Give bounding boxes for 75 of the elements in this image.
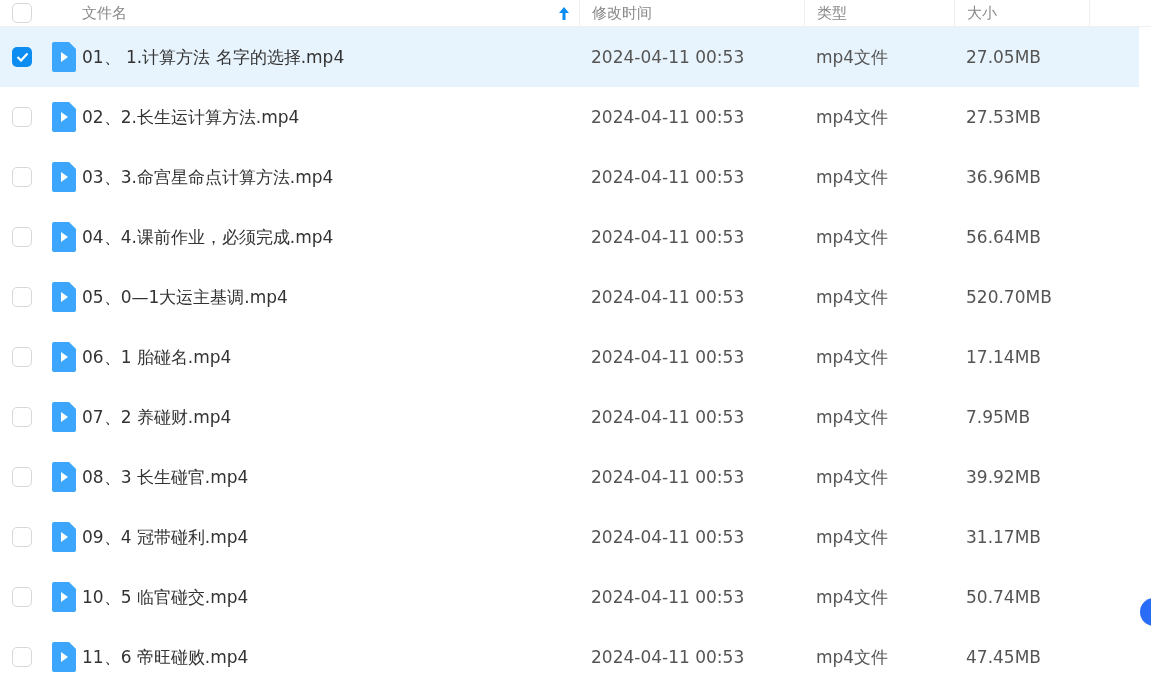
modified-time: 2024-04-11 00:53 xyxy=(590,107,746,127)
file-type: mp4文件 xyxy=(815,345,890,369)
row-checkbox[interactable] xyxy=(12,647,32,667)
video-file-icon xyxy=(52,102,76,132)
file-size: 50.74MB xyxy=(965,587,1042,607)
video-file-icon xyxy=(52,402,76,432)
file-name: 07、2 养碰财.mp4 xyxy=(82,405,233,429)
row-checkbox[interactable] xyxy=(12,467,32,487)
column-header-label: 文件名 xyxy=(82,3,127,23)
file-type: mp4文件 xyxy=(815,645,890,669)
file-type: mp4文件 xyxy=(815,525,890,549)
row-checkbox[interactable] xyxy=(12,47,32,67)
column-header[interactable]: 修改时间 xyxy=(579,0,804,26)
file-type: mp4文件 xyxy=(815,165,890,189)
file-type: mp4文件 xyxy=(815,45,890,69)
row-checkbox[interactable] xyxy=(12,287,32,307)
file-row[interactable]: 01、 1.计算方法 名字的选择.mp4 2024-04-11 00:53 mp4文件 27.05MB xyxy=(0,27,1139,87)
file-type: mp4文件 xyxy=(815,225,890,249)
file-name: 05、0—1大运主基调.mp4 xyxy=(82,285,289,309)
modified-time: 2024-04-11 00:53 xyxy=(590,587,746,607)
file-name: 09、4 冠带碰利.mp4 xyxy=(82,525,250,549)
video-file-icon xyxy=(52,162,76,192)
modified-time: 2024-04-11 00:53 xyxy=(590,527,746,547)
file-type: mp4文件 xyxy=(815,585,890,609)
file-size: 56.64MB xyxy=(965,227,1042,247)
file-size: 27.53MB xyxy=(965,107,1042,127)
file-name: 11、6 帝旺碰败.mp4 xyxy=(82,645,250,669)
file-type: mp4文件 xyxy=(815,105,890,129)
video-file-icon xyxy=(52,522,76,552)
file-name: 08、3 长生碰官.mp4 xyxy=(82,465,250,489)
file-name: 03、3.命宫星命点计算方法.mp4 xyxy=(82,165,335,189)
modified-time: 2024-04-11 00:53 xyxy=(590,347,746,367)
row-checkbox[interactable] xyxy=(12,227,32,247)
video-file-icon xyxy=(52,42,76,72)
file-name: 02、2.长生运计算方法.mp4 xyxy=(82,105,301,129)
modified-time: 2024-04-11 00:53 xyxy=(590,407,746,427)
file-size: 39.92MB xyxy=(965,467,1042,487)
file-size: 520.70MB xyxy=(965,287,1053,307)
video-file-icon xyxy=(52,222,76,252)
file-size: 17.14MB xyxy=(965,347,1042,367)
row-checkbox[interactable] xyxy=(12,167,32,187)
modified-time: 2024-04-11 00:53 xyxy=(590,167,746,187)
file-size: 31.17MB xyxy=(965,527,1042,547)
row-checkbox[interactable] xyxy=(12,407,32,427)
video-file-icon xyxy=(52,462,76,492)
file-name: 10、5 临官碰交.mp4 xyxy=(82,585,250,609)
column-header[interactable]: 大小 xyxy=(954,0,1089,26)
column-header[interactable]: 文件名 xyxy=(82,0,579,26)
modified-time: 2024-04-11 00:53 xyxy=(590,227,746,247)
modified-time: 2024-04-11 00:53 xyxy=(590,287,746,307)
row-checkbox[interactable] xyxy=(12,107,32,127)
file-type: mp4文件 xyxy=(815,465,890,489)
file-size: 47.45MB xyxy=(965,647,1042,667)
file-type: mp4文件 xyxy=(815,285,890,309)
column-header[interactable]: 类型 xyxy=(804,0,954,26)
file-size: 36.96MB xyxy=(965,167,1042,187)
video-file-icon xyxy=(52,342,76,372)
file-size: 7.95MB xyxy=(965,407,1032,427)
file-size: 27.05MB xyxy=(965,47,1042,67)
video-file-icon xyxy=(52,282,76,312)
modified-time: 2024-04-11 00:53 xyxy=(590,647,746,667)
modified-time: 2024-04-11 00:53 xyxy=(590,467,746,487)
row-checkbox[interactable] xyxy=(12,347,32,367)
select-all-checkbox[interactable] xyxy=(12,3,32,23)
modified-time: 2024-04-11 00:53 xyxy=(590,47,746,67)
row-checkbox[interactable] xyxy=(12,527,32,547)
file-type: mp4文件 xyxy=(815,405,890,429)
video-file-icon xyxy=(52,642,76,672)
video-file-icon xyxy=(52,582,76,612)
file-name: 06、1 胎碰名.mp4 xyxy=(82,345,233,369)
file-name: 04、4.课前作业，必须完成.mp4 xyxy=(82,225,335,249)
checkmark-icon xyxy=(15,52,29,62)
row-checkbox[interactable] xyxy=(12,587,32,607)
file-name: 01、 1.计算方法 名字的选择.mp4 xyxy=(82,45,346,69)
sort-arrow-icon[interactable] xyxy=(559,6,569,20)
